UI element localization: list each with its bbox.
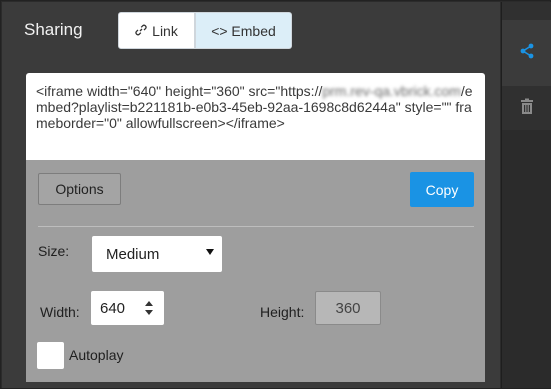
tab-link[interactable]: Link	[118, 12, 195, 49]
embed-code-textarea[interactable]: <iframe width="640" height="360" src="ht…	[26, 73, 485, 160]
tab-link-label: Link	[152, 22, 178, 39]
height-label: Height:	[260, 304, 305, 320]
number-stepper[interactable]	[145, 301, 153, 315]
embed-code-start: <iframe width="640" height="360" src="ht…	[36, 83, 323, 99]
divider	[38, 226, 474, 227]
size-select[interactable]: Medium	[92, 236, 222, 272]
side-toolbar	[501, 2, 551, 388]
delete-button[interactable]	[502, 86, 551, 130]
embed-code-host: prm.rev-qa.vbrick.com	[322, 83, 461, 99]
options-button[interactable]: Options	[38, 173, 121, 205]
width-input-value: 640	[100, 299, 126, 317]
autoplay-checkbox[interactable]	[37, 342, 64, 369]
tab-embed[interactable]: <> Embed	[195, 12, 292, 49]
width-label: Width:	[40, 304, 80, 320]
options-panel: Options Copy Size: Medium Width: 640 Hei…	[26, 160, 485, 382]
share-icon	[519, 43, 535, 64]
sharing-window: Sharing Link <> Embed <iframe width="640…	[0, 0, 551, 389]
tab-embed-label: <> Embed	[211, 22, 276, 39]
size-select-value: Medium	[106, 245, 160, 263]
panel-title: Sharing	[24, 20, 83, 39]
height-input[interactable]: 360	[315, 291, 381, 325]
sharing-panel: Sharing Link <> Embed <iframe width="640…	[2, 2, 500, 388]
link-icon	[135, 23, 147, 39]
height-input-value: 360	[335, 299, 361, 317]
width-input[interactable]: 640	[91, 291, 164, 325]
autoplay-label: Autoplay	[69, 347, 124, 363]
stepper-up-icon[interactable]	[145, 301, 153, 306]
share-tab[interactable]	[502, 20, 551, 86]
side-toolbar-empty	[502, 130, 551, 388]
copy-button[interactable]: Copy	[410, 172, 474, 207]
size-label: Size:	[38, 243, 70, 259]
caret-down-icon	[206, 249, 214, 255]
trash-icon	[520, 98, 534, 119]
stepper-down-icon[interactable]	[145, 310, 153, 315]
